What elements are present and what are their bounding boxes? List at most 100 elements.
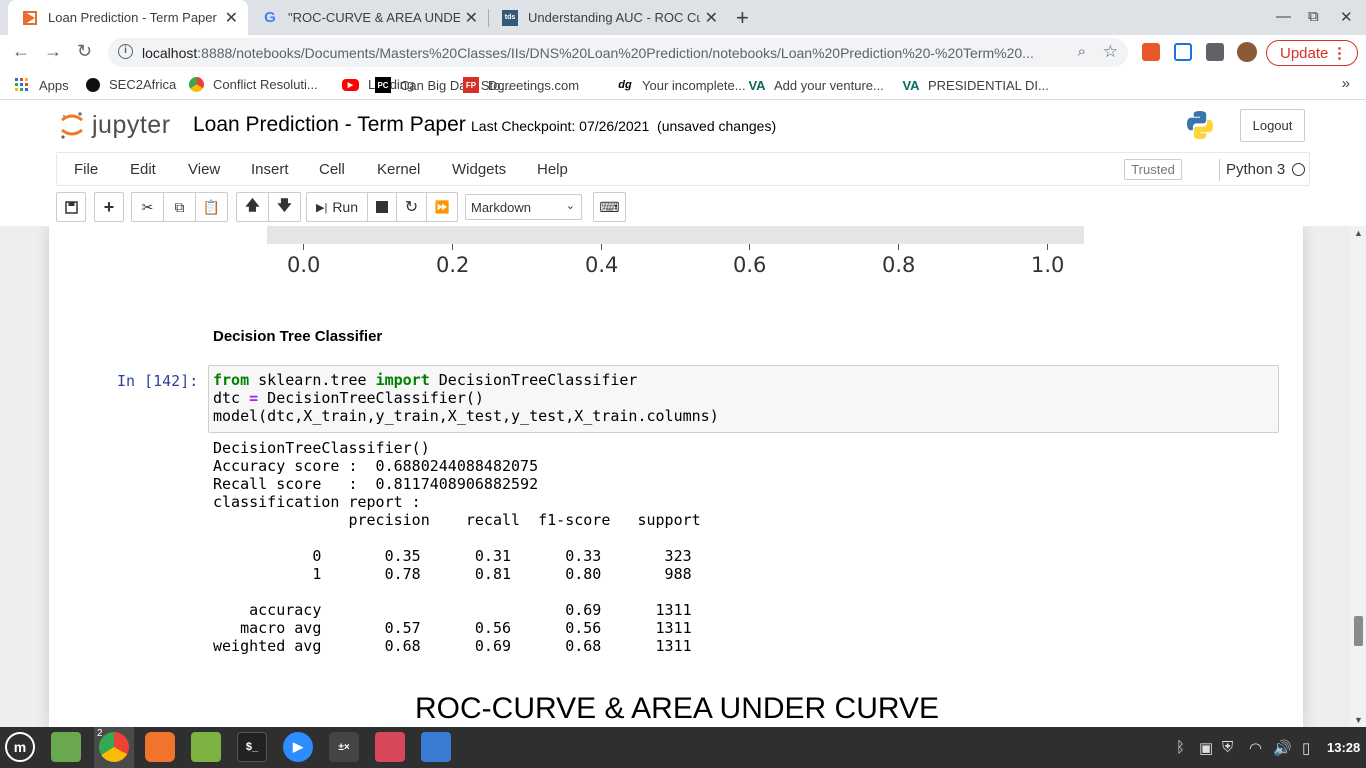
menu-view[interactable]: View bbox=[188, 161, 220, 178]
window-close-icon[interactable]: ✕ bbox=[1340, 8, 1353, 26]
files-taskbar-icon[interactable] bbox=[191, 732, 221, 762]
menu-help[interactable]: Help bbox=[537, 161, 568, 178]
zoom-icon[interactable]: ⌕ bbox=[1078, 43, 1086, 60]
start-menu-icon[interactable]: m bbox=[5, 732, 35, 762]
bookmarks-bar: Apps SEC2Africa Conflict Resoluti... ▶ L… bbox=[0, 70, 1366, 100]
scrollbar-thumb[interactable] bbox=[1354, 616, 1363, 646]
scroll-down-icon[interactable]: ▼ bbox=[1354, 715, 1363, 725]
wifi-icon[interactable]: ◠ bbox=[1249, 739, 1262, 757]
interrupt-button[interactable] bbox=[367, 192, 397, 222]
bookmarks-overflow-icon[interactable]: » bbox=[1342, 75, 1350, 92]
menu-file[interactable]: File bbox=[74, 161, 98, 178]
vertical-scrollbar[interactable]: ▲ ▼ bbox=[1350, 226, 1366, 727]
paste-button[interactable]: 📋 bbox=[195, 192, 228, 222]
firefox-taskbar-icon[interactable] bbox=[145, 732, 175, 762]
move-up-button[interactable]: 🡅 bbox=[236, 192, 269, 222]
run-button[interactable]: ▶| Run bbox=[306, 192, 368, 222]
browser-navbar: ← → ↻ i localhost :8888/notebooks/Docume… bbox=[0, 35, 1366, 70]
checkpoint-time: Last Checkpoint: 07/26/2021 bbox=[471, 118, 650, 134]
new-tab-icon[interactable]: + bbox=[736, 5, 749, 31]
kernel-name[interactable]: Python 3 bbox=[1226, 161, 1285, 178]
tab-loan-prediction[interactable]: Loan Prediction - Term Paper ✕ bbox=[8, 0, 248, 35]
notebook-title[interactable]: Loan Prediction - Term Paper bbox=[193, 113, 466, 137]
screenshot-taskbar-icon[interactable] bbox=[421, 732, 451, 762]
menu-cell[interactable]: Cell bbox=[319, 161, 345, 178]
update-button[interactable]: Update ⋮ bbox=[1266, 40, 1358, 66]
forward-icon[interactable]: → bbox=[44, 41, 62, 62]
tab-understanding-auc[interactable]: tds Understanding AUC - ROC Cur ✕ bbox=[488, 0, 728, 35]
menu-insert[interactable]: Insert bbox=[251, 161, 289, 178]
run-label: Run bbox=[332, 199, 358, 215]
x-tick-label: 0.0 bbox=[287, 253, 321, 277]
cut-button[interactable]: ✂ bbox=[131, 192, 164, 222]
bookmark-add-venture[interactable]: VA Add your venture... bbox=[748, 77, 884, 93]
notebook-menubar: File Edit View Insert Cell Kernel Widget… bbox=[56, 152, 1310, 186]
cell-type-select[interactable]: Markdown ⌄ bbox=[465, 194, 582, 220]
show-desktop-icon[interactable] bbox=[51, 732, 81, 762]
trusted-indicator[interactable]: Trusted bbox=[1124, 159, 1182, 180]
logout-button[interactable]: Logout bbox=[1240, 109, 1305, 142]
stop-icon bbox=[376, 201, 388, 213]
bookmark-dgreetings[interactable]: FP Dgreetings.com bbox=[463, 77, 579, 93]
copy-button[interactable]: ⧉ bbox=[163, 192, 196, 222]
os-taskbar: m 2 $_ ▶ ±× ᛒ ▣ ⛨ ◠ 🔊 ▯ 13:28 bbox=[0, 727, 1366, 768]
scroll-up-icon[interactable]: ▲ bbox=[1354, 228, 1363, 238]
calculator-taskbar-icon[interactable]: ±× bbox=[329, 732, 359, 762]
jupyter-logo[interactable]: jupyter bbox=[60, 110, 171, 140]
extensions-puzzle-icon[interactable] bbox=[1206, 43, 1224, 61]
tab-title: Understanding AUC - ROC Cur bbox=[528, 10, 700, 25]
code-cell-input[interactable]: from sklearn.tree import DecisionTreeCla… bbox=[208, 365, 1279, 433]
tab-roc-curve[interactable]: G "ROC-CURVE & AREA UNDER ✕ bbox=[248, 0, 488, 35]
bookmark-star-icon[interactable]: ☆ bbox=[1103, 42, 1118, 62]
minimize-icon[interactable]: — bbox=[1276, 8, 1291, 25]
address-bar[interactable]: i localhost :8888/notebooks/Documents/Ma… bbox=[108, 38, 1128, 67]
extension-megaphone-icon[interactable] bbox=[1142, 43, 1160, 61]
zoom-taskbar-icon[interactable]: ▶ bbox=[283, 732, 313, 762]
bookmark-conflict-resolution[interactable]: Conflict Resoluti... bbox=[189, 77, 318, 92]
back-icon[interactable]: ← bbox=[12, 41, 30, 62]
clipboard-icon[interactable]: ▣ bbox=[1199, 739, 1213, 757]
restart-run-all-button[interactable]: ⏩ bbox=[426, 192, 458, 222]
menu-edit[interactable]: Edit bbox=[130, 161, 156, 178]
save-button[interactable] bbox=[56, 192, 86, 222]
youtube-icon: ▶ bbox=[342, 78, 359, 91]
close-tab-icon[interactable]: ✕ bbox=[705, 8, 718, 28]
chrome-taskbar-icon[interactable] bbox=[99, 732, 129, 762]
insert-cell-button[interactable]: + bbox=[94, 192, 124, 222]
move-down-button[interactable]: 🡇 bbox=[268, 192, 301, 222]
output-line: 1 0.78 0.81 0.80 988 bbox=[213, 565, 692, 583]
markdown-heading-roc-curve[interactable]: ROC-CURVE & AREA UNDER CURVE bbox=[415, 692, 939, 726]
more-menu-icon[interactable]: ⋮ bbox=[1332, 44, 1347, 62]
bookmark-your-incomplete[interactable]: dg Your incomplete... bbox=[617, 77, 745, 93]
bookmark-label: SEC2Africa bbox=[109, 77, 177, 92]
shield-icon[interactable]: ⛨ bbox=[1222, 739, 1233, 756]
restart-button[interactable]: ↻ bbox=[396, 192, 427, 222]
markdown-heading-decision-tree[interactable]: Decision Tree Classifier bbox=[213, 328, 382, 345]
bluetooth-icon[interactable]: ᛒ bbox=[1176, 739, 1185, 756]
close-tab-icon[interactable]: ✕ bbox=[465, 8, 478, 28]
bookmark-sec2africa[interactable]: SEC2Africa bbox=[86, 77, 176, 92]
bookmark-apps[interactable]: Apps bbox=[14, 77, 69, 93]
volume-icon[interactable]: 🔊 bbox=[1273, 739, 1292, 757]
apps-grid-icon bbox=[14, 77, 30, 93]
menu-kernel[interactable]: Kernel bbox=[377, 161, 420, 178]
battery-icon[interactable]: ▯ bbox=[1302, 739, 1310, 757]
image-viewer-taskbar-icon[interactable] bbox=[375, 732, 405, 762]
site-info-icon[interactable]: i bbox=[118, 44, 133, 59]
notebook-container[interactable]: 0.0 0.2 0.4 0.6 0.8 1.0 Decision Tree Cl… bbox=[0, 226, 1350, 727]
menu-widgets[interactable]: Widgets bbox=[452, 161, 506, 178]
x-tick-label: 0.8 bbox=[882, 253, 916, 277]
input-prompt: In [142]: bbox=[117, 372, 199, 390]
profile-avatar[interactable] bbox=[1237, 42, 1257, 62]
cell-type-value: Markdown bbox=[471, 199, 531, 215]
x-tick-mark bbox=[303, 244, 304, 250]
reload-icon[interactable]: ↻ bbox=[77, 41, 92, 62]
extension-screen-icon[interactable] bbox=[1174, 43, 1192, 61]
terminal-taskbar-icon[interactable]: $_ bbox=[237, 732, 267, 762]
close-tab-icon[interactable]: ✕ bbox=[225, 8, 238, 28]
output-line: macro avg 0.57 0.56 0.56 1311 bbox=[213, 619, 692, 637]
bookmark-presidential[interactable]: VA PRESIDENTIAL DI... bbox=[902, 77, 1048, 93]
command-palette-button[interactable]: ⌨ bbox=[593, 192, 626, 222]
bookmark-label: Add your venture... bbox=[774, 77, 884, 93]
restore-icon[interactable]: ⧉ bbox=[1308, 8, 1319, 25]
